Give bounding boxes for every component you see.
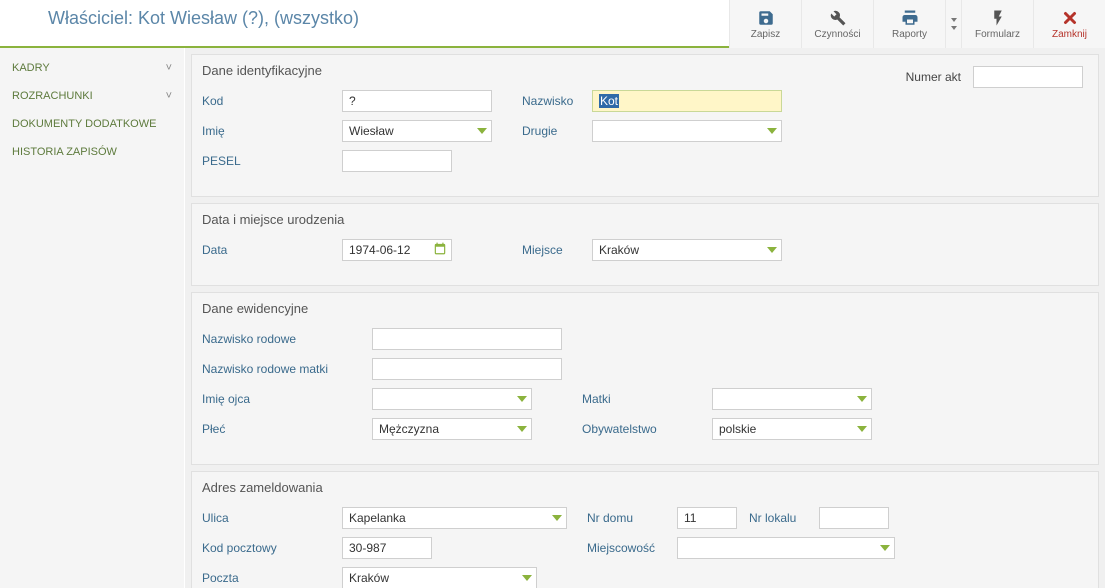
actions-button[interactable]: Czynności [801,0,873,48]
wrench-icon [829,9,847,27]
nazrodm-label: Nazwisko rodowe matki [202,362,372,376]
plec-combo[interactable]: Mężczyzna [372,418,532,440]
chevron-down-icon: ˅ [166,90,172,102]
form-button[interactable]: Formularz [961,0,1033,48]
chevron-down-icon [880,545,890,551]
chevron-down-icon [522,575,532,581]
pesel-label: PESEL [202,154,342,168]
chevron-down-icon [517,426,527,432]
obyw-combo[interactable]: polskie [712,418,872,440]
chevron-down-icon [517,396,527,402]
nazwisko-label: Nazwisko [522,94,592,108]
numerakt-label: Numer akt [906,70,961,84]
nrlok-input[interactable] [819,507,889,529]
data-label: Data [202,243,342,257]
ulica-label: Ulica [202,511,342,525]
save-button[interactable]: Zapisz [729,0,801,48]
matki-label: Matki [582,392,712,406]
numerakt-input[interactable] [973,66,1083,88]
imie-combo[interactable]: Wiesław [342,120,492,142]
miejsce-label: Miejsce [522,243,592,257]
kodp-input[interactable] [342,537,432,559]
chevron-down-icon [857,396,867,402]
close-button[interactable]: Zamknij [1033,0,1105,48]
nrdomu-label: Nr domu [587,511,677,525]
reports-button[interactable]: Raporty [873,0,945,48]
section-ewid: Dane ewidencyjne Nazwisko rodowe Nazwisk… [191,292,1099,465]
calendar-icon [433,242,447,259]
kodp-label: Kod pocztowy [202,541,342,555]
data-input[interactable]: 1974-06-12 [342,239,452,261]
miejsce-combo[interactable]: Kraków [592,239,782,261]
sidebar-item-rozrachunki[interactable]: ROZRACHUNKI ˅ [0,82,184,110]
miejsc-label: Miejscowość [587,541,677,555]
chevron-down-icon [552,515,562,521]
nrlok-label: Nr lokalu [749,511,819,525]
chevron-down-icon [767,128,777,134]
chevron-down-icon [477,128,487,134]
imieojca-combo[interactable] [372,388,532,410]
chevron-down-icon [767,247,777,253]
imie-label: Imię [202,124,342,138]
matki-combo[interactable] [712,388,872,410]
sidebar-item-kadry[interactable]: KADRY ˅ [0,54,184,82]
sidebar-item-dokumenty[interactable]: DOKUMENTY DODATKOWE [0,110,184,138]
toolbar: Zapisz Czynności Raporty Formularz Zamkn… [729,0,1105,48]
nazrod-input[interactable] [372,328,562,350]
bolt-icon [989,9,1007,27]
printer-icon [901,9,919,27]
nazrodm-input[interactable] [372,358,562,380]
nazwisko-input[interactable]: Kot [592,90,782,112]
ulica-combo[interactable]: Kapelanka [342,507,567,529]
drugie-combo[interactable] [592,120,782,142]
section-birth: Data i miejsce urodzenia Data 1974-06-12… [191,203,1099,286]
poczta-combo[interactable]: Kraków [342,567,537,588]
obyw-label: Obywatelstwo [582,422,712,436]
content: Numer akt Dane identyfikacyjne Kod Nazwi… [185,48,1105,588]
poczta-label: Poczta [202,571,342,585]
section-title: Adres zameldowania [202,480,1088,495]
imieojca-label: Imię ojca [202,392,372,406]
nrdomu-input[interactable] [677,507,737,529]
page-title: Właściciel: Kot Wiesław (?), (wszystko) [0,0,359,29]
pesel-input[interactable] [342,150,452,172]
chevron-down-icon: ˅ [166,62,172,74]
chevron-down-icon [857,426,867,432]
section-adres: Adres zameldowania Ulica Kapelanka Nr do… [191,471,1099,588]
plec-label: Płeć [202,422,372,436]
miejsc-combo[interactable] [677,537,895,559]
reports-dropdown[interactable] [945,0,961,48]
kod-label: Kod [202,94,342,108]
section-title: Data i miejsce urodzenia [202,212,1088,227]
close-icon [1061,9,1079,27]
drugie-label: Drugie [522,124,592,138]
nazrod-label: Nazwisko rodowe [202,332,372,346]
sidebar: KADRY ˅ ROZRACHUNKI ˅ DOKUMENTY DODATKOW… [0,48,185,588]
section-title: Dane ewidencyjne [202,301,1088,316]
sidebar-item-historia[interactable]: HISTORIA ZAPISÓW [0,138,184,166]
save-icon [757,9,775,27]
kod-input[interactable] [342,90,492,112]
